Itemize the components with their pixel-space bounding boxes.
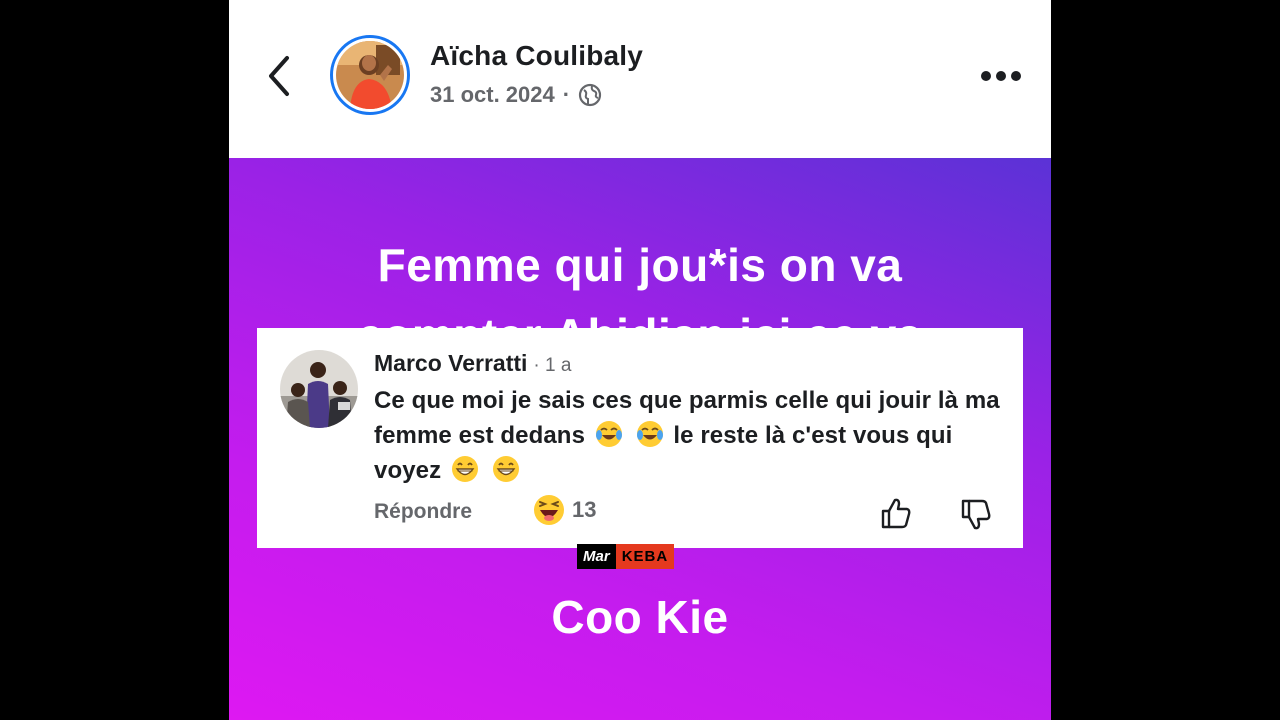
laughing-emoji-icon — [534, 495, 564, 525]
post-text-line-3: Coo Kie — [551, 591, 729, 643]
author-name[interactable]: Aïcha Coulibaly — [430, 40, 643, 72]
like-button[interactable] — [879, 496, 913, 530]
post-meta: 31 oct. 2024 · — [430, 82, 602, 108]
chevron-left-icon — [269, 56, 289, 96]
commenter-name[interactable]: Marco Verratti — [374, 350, 527, 377]
comment-card: Marco Verratti · 1 a Ce que moi je sais … — [257, 328, 1023, 548]
reaction-count: 13 — [572, 497, 597, 522]
more-horizontal-icon — [981, 71, 1021, 81]
watermark-part-1: Mar — [577, 544, 616, 569]
watermark-logo: Mar KEBA — [577, 544, 675, 569]
post-header: Aïcha Coulibaly 31 oct. 2024 · — [229, 0, 1051, 158]
reply-button[interactable]: Répondre — [374, 500, 472, 524]
tears-of-joy-emoji-icon — [595, 421, 622, 447]
globe-icon — [578, 83, 602, 107]
author-avatar[interactable] — [330, 35, 410, 115]
grinning-emoji-icon — [451, 456, 478, 482]
commenter-photo — [280, 350, 358, 428]
post-text-line-1: Femme qui jou*is on va — [377, 239, 903, 291]
tears-of-joy-emoji-icon — [636, 421, 663, 447]
thumbs-up-icon — [881, 498, 911, 529]
thumbs-down-icon — [961, 499, 991, 530]
comment-header: Marco Verratti · 1 a — [374, 350, 571, 377]
comment-text: Ce que moi je sais ces que parmis celle … — [374, 383, 1014, 488]
commenter-avatar[interactable] — [280, 350, 358, 428]
post-date[interactable]: 31 oct. 2024 — [430, 82, 555, 108]
watermark-part-2: KEBA — [615, 544, 675, 569]
grinning-emoji-icon — [492, 456, 519, 482]
more-options-button[interactable] — [979, 62, 1023, 90]
comment-time: · 1 a — [533, 355, 572, 376]
dislike-button[interactable] — [959, 498, 993, 532]
back-button[interactable] — [263, 52, 295, 100]
reaction-summary[interactable]: 13 — [532, 493, 596, 527]
meta-separator: · — [562, 82, 571, 107]
author-photo — [336, 41, 404, 109]
screen: Aïcha Coulibaly 31 oct. 2024 · Femme qui… — [0, 0, 1280, 720]
